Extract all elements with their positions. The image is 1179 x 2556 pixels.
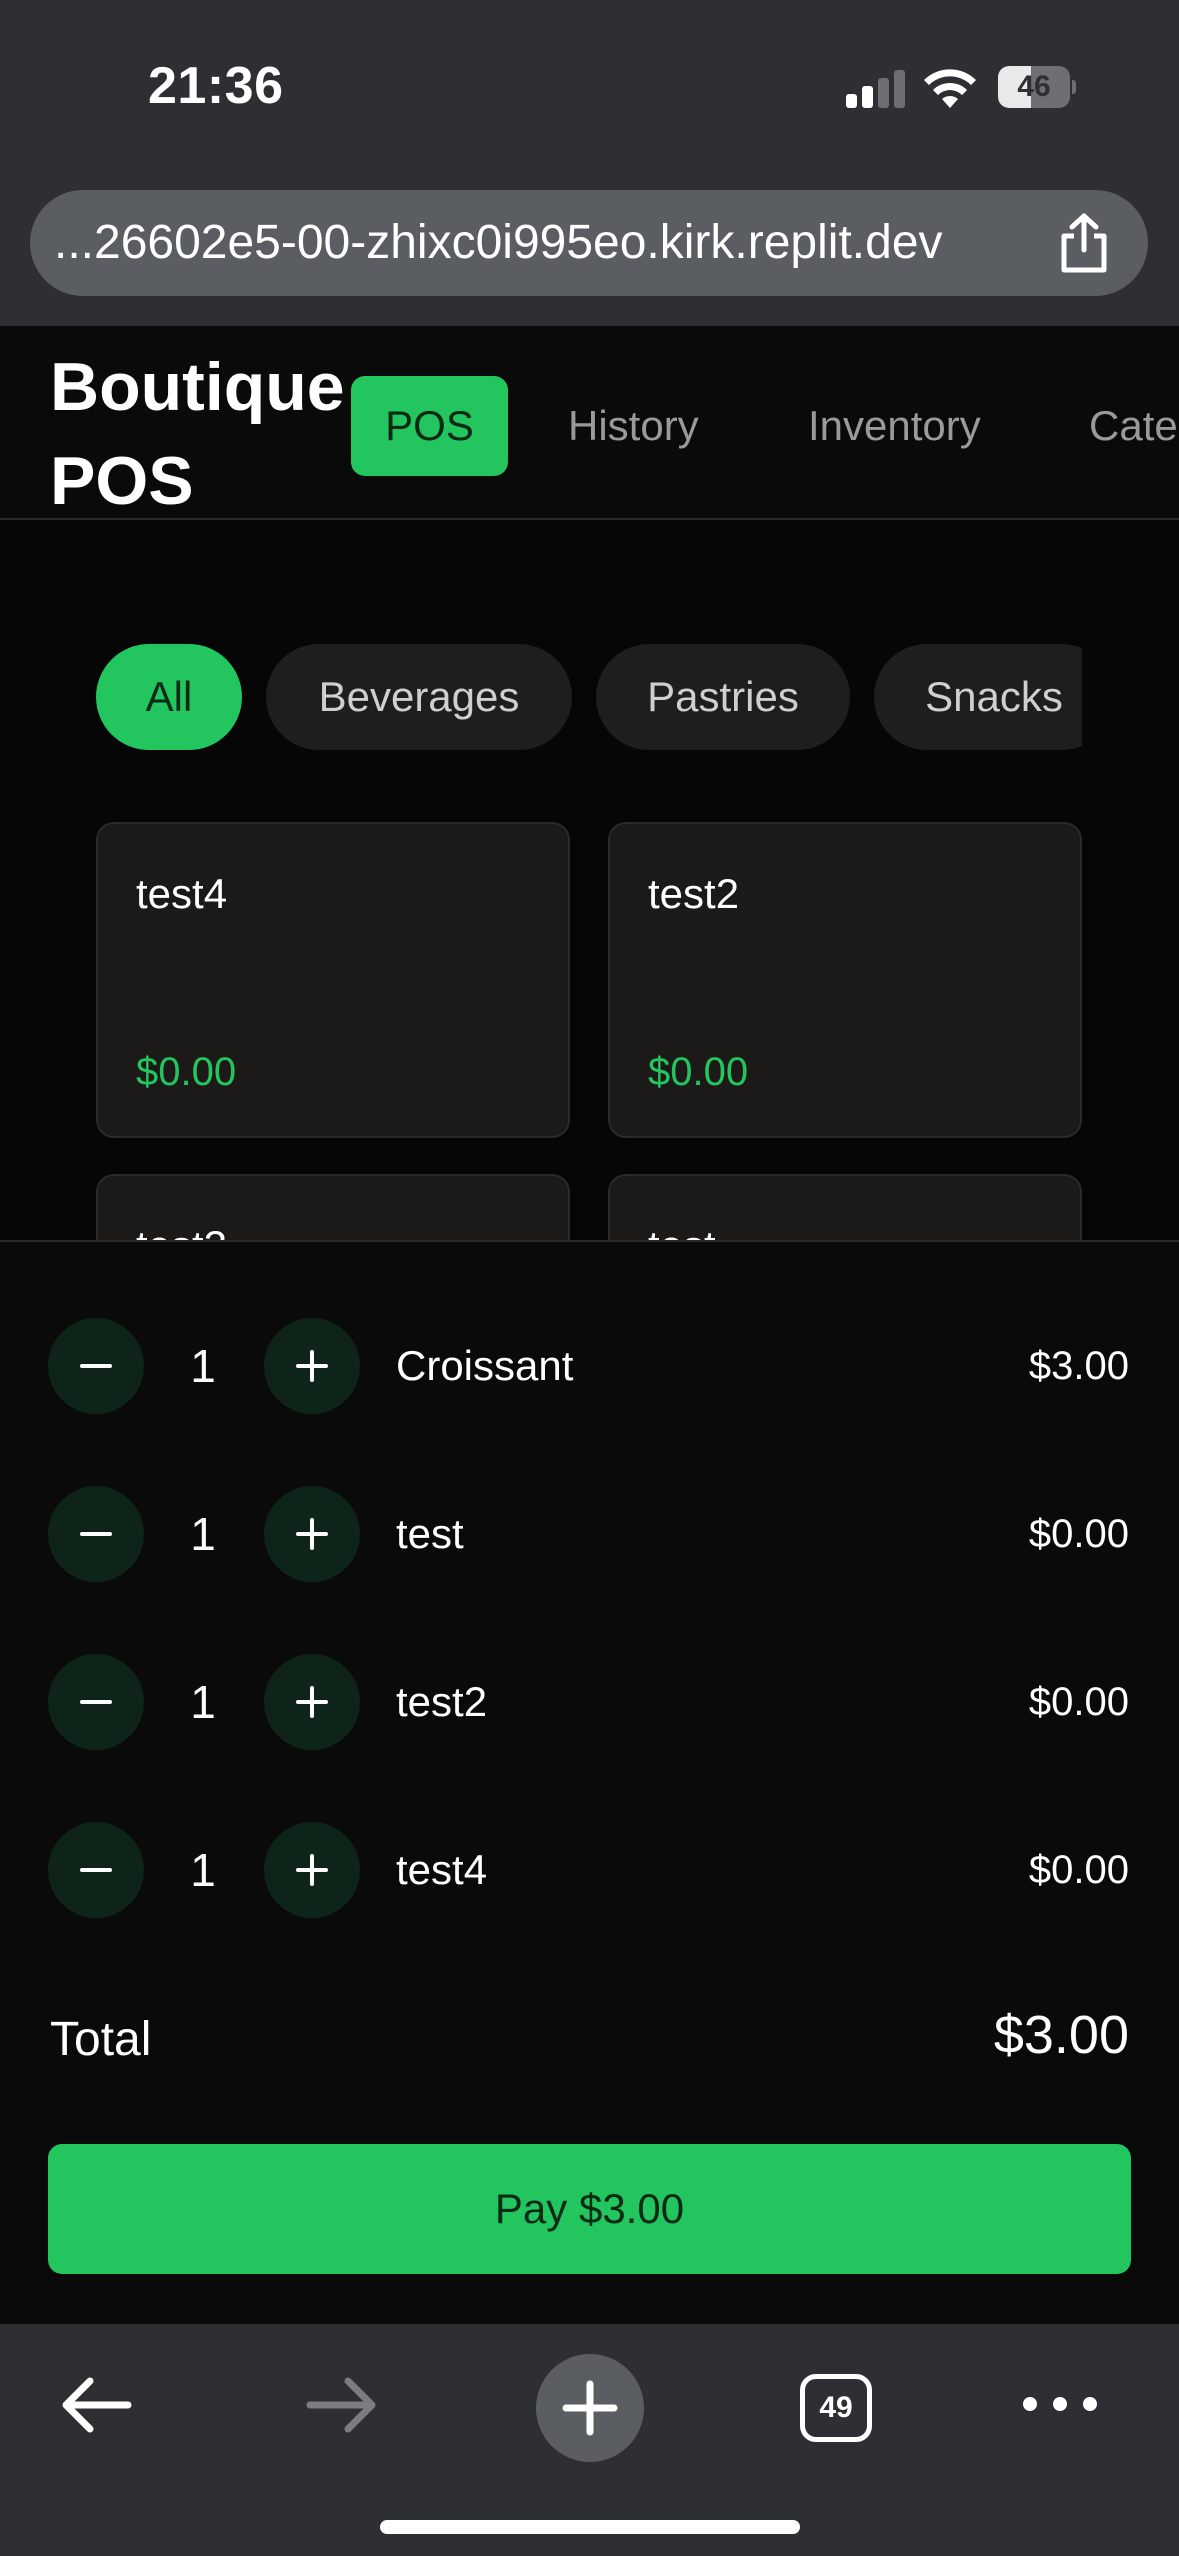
product-card[interactable]: test [608, 1174, 1082, 1240]
item-quantity: 1 [190, 1676, 216, 1728]
arrow-right-icon[interactable] [302, 2370, 382, 2440]
new-tab-button[interactable] [536, 2354, 644, 2462]
minus-icon [80, 1364, 112, 1368]
cellular-signal-icon [846, 70, 906, 108]
decrease-quantity-button[interactable] [48, 1318, 144, 1414]
product-price: $0.00 [136, 1050, 237, 1094]
increase-quantity-button[interactable] [264, 1486, 360, 1582]
decrease-quantity-button[interactable] [48, 1654, 144, 1750]
plus-icon [562, 2380, 618, 2436]
battery-percent: 46 [1017, 70, 1051, 103]
item-quantity: 1 [190, 1844, 216, 1896]
product-card[interactable]: test4 $0.00 [96, 822, 570, 1138]
battery-icon: 46 [998, 66, 1076, 108]
ellipsis-icon[interactable] [1020, 2384, 1100, 2424]
cart-row: 1 test $0.00 [0, 1486, 1179, 1586]
decrease-quantity-button[interactable] [48, 1822, 144, 1918]
cart-item-price: $0.00 [1028, 1848, 1129, 1892]
nav-tab-pos[interactable]: POS [351, 376, 508, 476]
status-time: 21:36 [148, 57, 284, 115]
cart-panel: 1 Croissant $3.00 1 test $0.00 1 test2 $… [0, 1240, 1179, 2324]
category-chip-all[interactable]: All [96, 644, 242, 750]
minus-icon [80, 1532, 112, 1536]
cart-row: 1 Croissant $3.00 [0, 1318, 1179, 1418]
product-name: test4 [136, 870, 228, 917]
cart-item-name: Croissant [396, 1342, 574, 1389]
browser-toolbar: 49 [0, 2324, 1179, 2556]
product-card[interactable]: test2 $0.00 [608, 822, 1082, 1138]
product-name: test [648, 1222, 716, 1240]
tab-count-button[interactable]: 49 [800, 2374, 872, 2442]
product-price: $0.00 [648, 1050, 749, 1094]
share-icon[interactable] [1056, 212, 1112, 274]
nav-tab-history[interactable]: History [568, 376, 699, 476]
arrow-left-icon[interactable] [56, 2370, 136, 2440]
increase-quantity-button[interactable] [264, 1318, 360, 1414]
category-filter-bar: All Beverages Pastries Snacks [96, 520, 1082, 780]
minus-icon [80, 1868, 112, 1872]
browser-address-area: ...26602e5-00-zhixc0i995eo.kirk.replit.d… [0, 170, 1179, 326]
increase-quantity-button[interactable] [264, 1654, 360, 1750]
pay-button[interactable]: Pay $3.00 [48, 2144, 1131, 2274]
product-name: test3 [136, 1222, 227, 1240]
minus-icon [80, 1700, 112, 1704]
cart-item-name: test4 [396, 1846, 488, 1893]
address-bar-url[interactable]: ...26602e5-00-zhixc0i995eo.kirk.replit.d… [54, 190, 1064, 296]
app-header: Boutique POS POS History Inventory Cate [0, 326, 1179, 520]
wifi-icon [924, 69, 976, 108]
nav-tab-categories[interactable]: Cate [1089, 376, 1178, 476]
nav-tab-inventory[interactable]: Inventory [808, 376, 981, 476]
cart-item-price: $0.00 [1028, 1512, 1129, 1556]
item-quantity: 1 [190, 1340, 216, 1392]
cart-row: 1 test2 $0.00 [0, 1654, 1179, 1754]
app-brand-title: Boutique POS [50, 349, 345, 519]
total-value: $3.00 [993, 2005, 1129, 2065]
cart-item-price: $0.00 [1028, 1680, 1129, 1724]
item-quantity: 1 [190, 1508, 216, 1560]
category-chip-snacks[interactable]: Snacks [874, 644, 1082, 750]
cart-item-name: test [396, 1510, 464, 1557]
category-chip-beverages[interactable]: Beverages [266, 644, 572, 750]
status-bar: 21:36 46 [0, 0, 1179, 170]
cart-item-price: $3.00 [1028, 1344, 1129, 1388]
product-name: test2 [648, 870, 740, 917]
increase-quantity-button[interactable] [264, 1822, 360, 1918]
cart-row: 1 test4 $0.00 [0, 1822, 1179, 1922]
total-label: Total [50, 2013, 152, 2066]
cart-item-name: test2 [396, 1678, 488, 1725]
home-indicator [380, 2520, 800, 2534]
product-card[interactable]: test3 [96, 1174, 570, 1240]
decrease-quantity-button[interactable] [48, 1486, 144, 1582]
product-area: All Beverages Pastries Snacks test4 $0.0… [0, 520, 1179, 1240]
address-bar[interactable]: ...26602e5-00-zhixc0i995eo.kirk.replit.d… [30, 190, 1148, 296]
category-chip-pastries[interactable]: Pastries [596, 644, 850, 750]
